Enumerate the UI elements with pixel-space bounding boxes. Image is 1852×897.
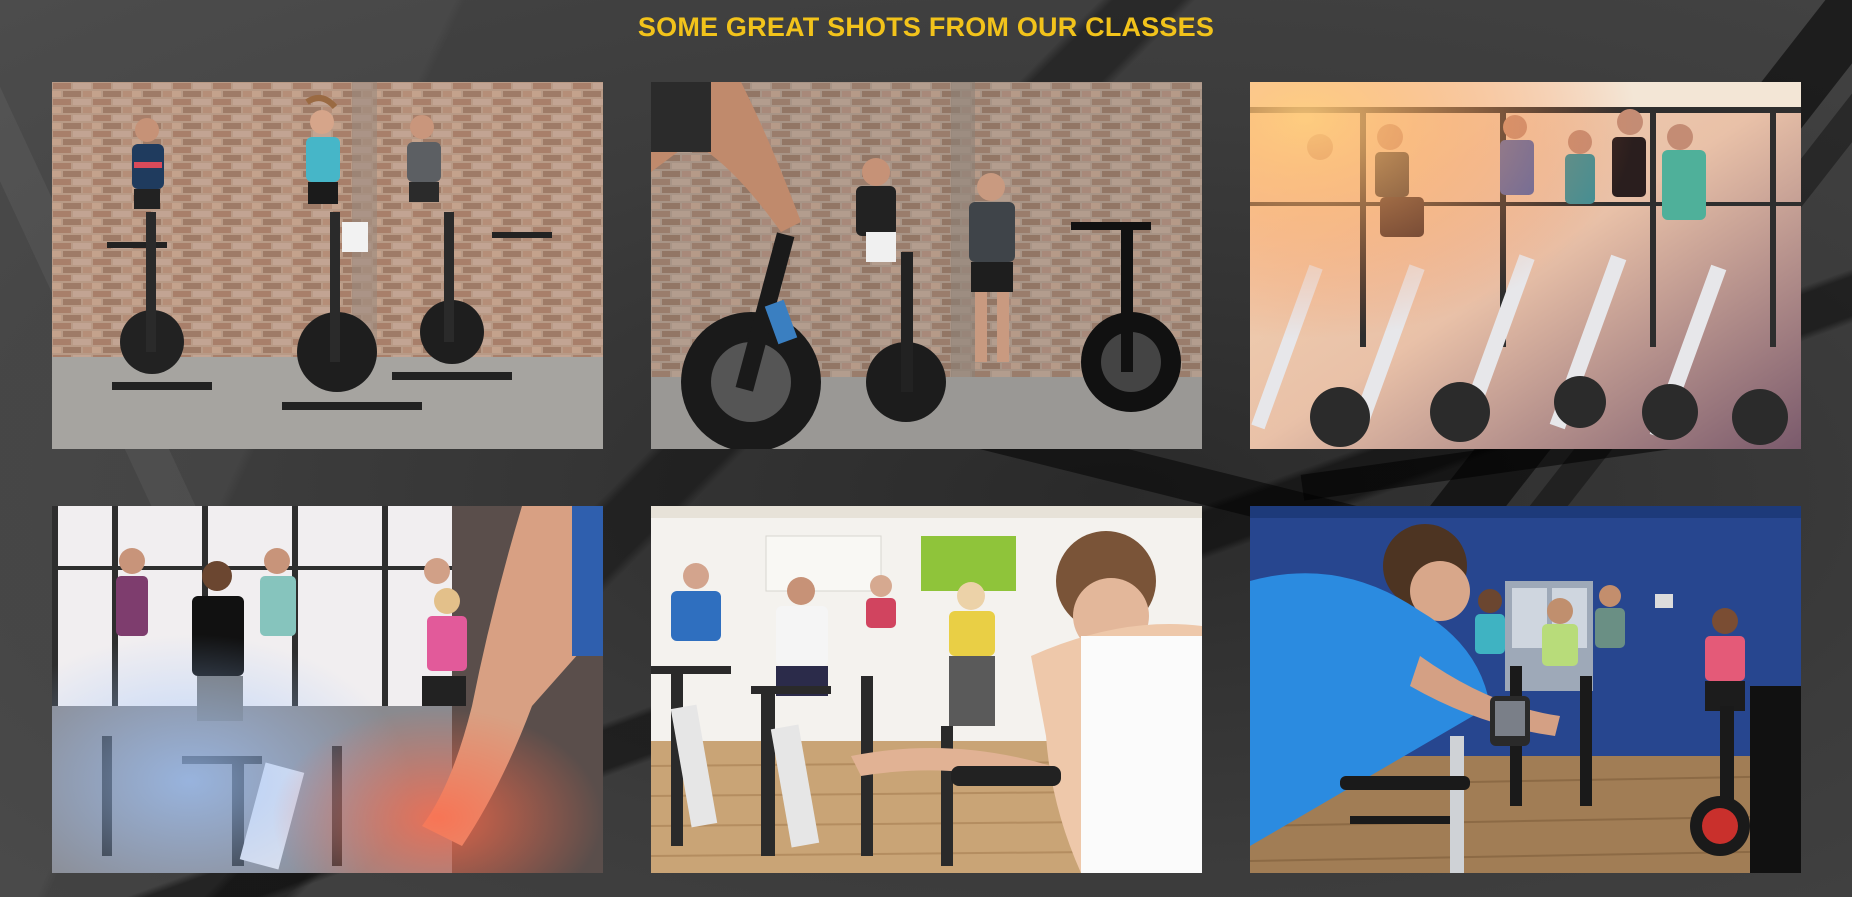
gallery-photo-2[interactable] — [651, 82, 1202, 449]
gallery-photo-6[interactable] — [1250, 506, 1801, 873]
section-heading: SOME GREAT SHOTS FROM OUR CLASSES — [637, 12, 1215, 42]
photo-gallery — [52, 82, 1803, 873]
gallery-photo-3[interactable] — [1250, 82, 1801, 449]
photo-instructor-brick-wall — [651, 82, 1202, 449]
photo-three-riders-brick-wall — [52, 82, 603, 449]
gallery-photo-5[interactable] — [651, 506, 1202, 873]
photo-rider-blue-shirt-class — [1250, 506, 1801, 873]
photo-group-class-windows — [52, 506, 603, 873]
photo-instructor-foreground-class — [651, 506, 1202, 873]
gallery-photo-1[interactable] — [52, 82, 603, 449]
gallery-photo-4[interactable] — [52, 506, 603, 873]
photo-women-class-sunlit — [1250, 82, 1801, 449]
